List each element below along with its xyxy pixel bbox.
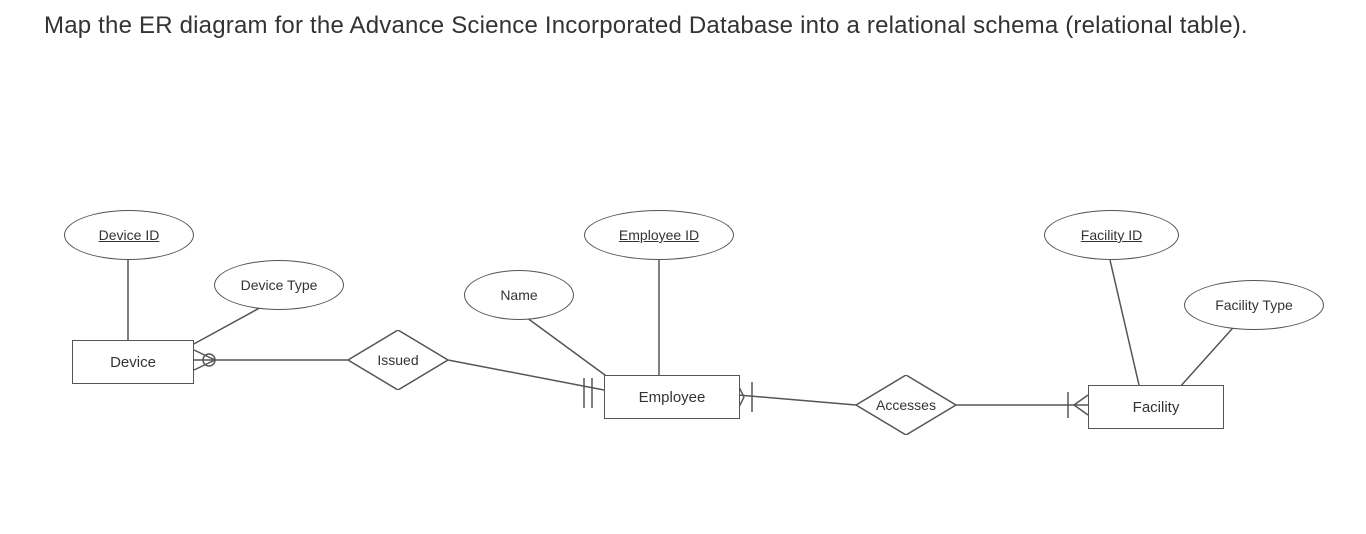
rel-accesses: Accesses [856,375,956,435]
entity-facility: Facility [1088,385,1224,429]
entity-label: Employee [639,389,706,406]
attr-device-id: Device ID [64,210,194,260]
attr-label: Name [500,287,537,303]
question-prompt: Map the ER diagram for the Advance Scien… [44,10,1322,42]
er-diagram: Device ID Device Type Name Employee ID F… [44,120,1324,520]
attr-label: Facility Type [1215,297,1293,313]
attr-label: Facility ID [1081,227,1142,243]
attr-label: Device ID [99,227,160,243]
rel-issued: Issued [348,330,448,390]
connectors [44,120,1324,520]
entity-device: Device [72,340,194,384]
entity-label: Device [110,354,156,371]
attr-device-type: Device Type [214,260,344,310]
entity-employee: Employee [604,375,740,419]
attr-facility-type: Facility Type [1184,280,1324,330]
attr-label: Employee ID [619,227,699,243]
entity-label: Facility [1133,399,1180,416]
rel-label: Accesses [876,397,936,413]
rel-label: Issued [377,352,418,368]
attr-employee-id: Employee ID [584,210,734,260]
attr-name: Name [464,270,574,320]
attr-facility-id: Facility ID [1044,210,1179,260]
attr-label: Device Type [241,277,318,293]
